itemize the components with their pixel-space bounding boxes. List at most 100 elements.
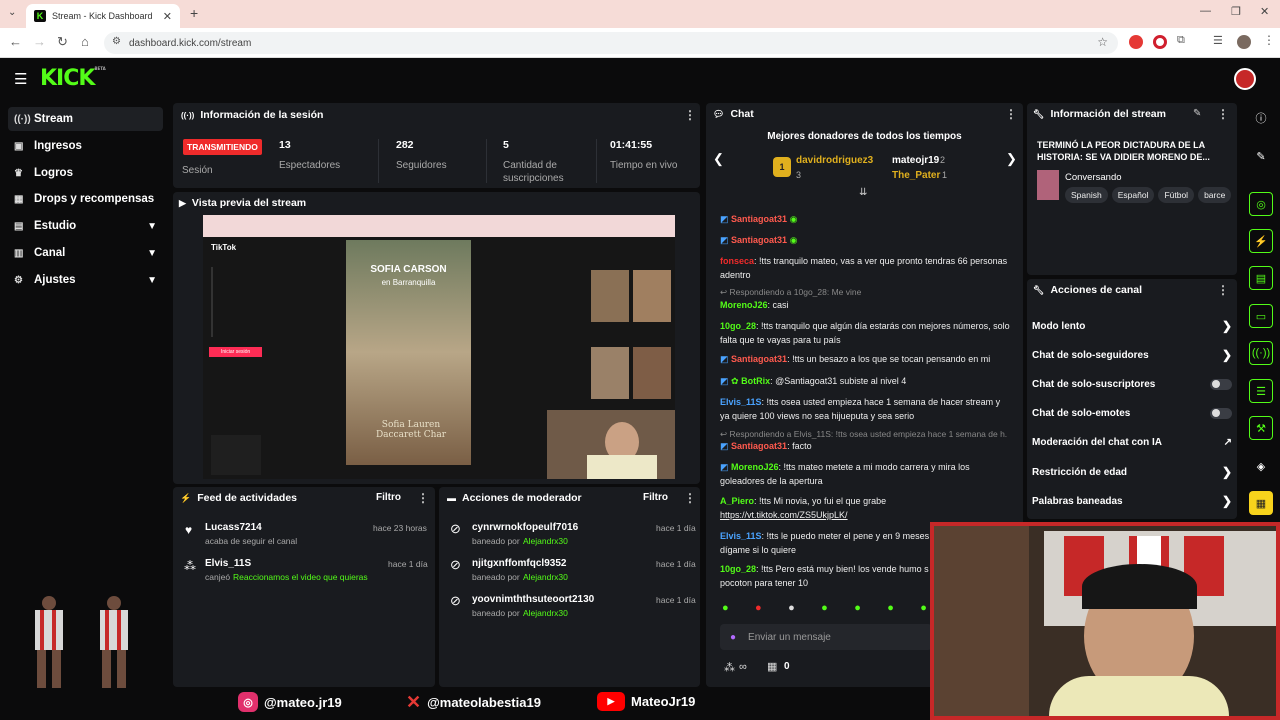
forward-icon[interactable]: →: [33, 34, 46, 49]
chat-bubble-icon[interactable]: ▭: [1249, 304, 1273, 328]
tab-close-icon[interactable]: ✕: [163, 10, 172, 23]
emote-icon[interactable]: ●: [887, 602, 894, 616]
subscribers-only-toggle[interactable]: [1210, 378, 1232, 390]
emote-icon[interactable]: ●: [920, 602, 927, 616]
extension-red-icon[interactable]: [1129, 35, 1143, 49]
tag-chip[interactable]: Spanish: [1065, 187, 1108, 203]
chat-message[interactable]: ◩ Santiagoat31 ◉: [720, 212, 1010, 226]
emote-icon[interactable]: ●: [755, 602, 762, 616]
banned-words-row[interactable]: Palabras baneadas ❯: [1032, 491, 1232, 511]
pin-icon[interactable]: ⇊: [859, 187, 867, 198]
ai-moderation-row[interactable]: Moderación del chat con IA ↗: [1032, 432, 1232, 452]
minimize-icon[interactable]: —: [1200, 5, 1211, 17]
sidebar-item-ingresos[interactable]: ▣ Ingresos: [8, 134, 163, 158]
bookmark-star-icon[interactable]: ☆: [1097, 35, 1108, 49]
chat-menu-icon[interactable]: ⋮: [1005, 107, 1017, 121]
activity-filter-button[interactable]: Filtro: [376, 492, 401, 503]
slow-mode-row[interactable]: Modo lento ❯: [1032, 316, 1232, 336]
emote-icon[interactable]: ●: [854, 602, 861, 616]
list-item[interactable]: ♥ Lucass7214 hace 23 horas acaba de segu…: [173, 520, 435, 550]
hamburger-menu-icon[interactable]: ☰: [14, 70, 27, 88]
browser-menu-icon[interactable]: ⋮: [1263, 33, 1277, 47]
list-item[interactable]: ⁂ Elvis_11S hace 1 día canjeó Reaccionam…: [173, 556, 435, 586]
chat-message[interactable]: MorenoJ26: casi: [720, 298, 1010, 312]
capture-icon[interactable]: ◎: [1249, 192, 1273, 216]
gift-box-icon[interactable]: ▦: [1249, 491, 1273, 515]
channel-actions-menu-icon[interactable]: ⋮: [1217, 283, 1229, 297]
profile-avatar-icon[interactable]: [1237, 35, 1251, 49]
chat-message[interactable]: ◩ MorenoJ26: !tts mateo metete a mi modo…: [720, 460, 1010, 488]
emotes-only-toggle[interactable]: [1210, 407, 1232, 419]
overlay-caption: Sofia Lauren Daccarett Char: [375, 420, 447, 440]
emote-icon[interactable]: ●: [821, 602, 828, 616]
maximize-icon[interactable]: ❐: [1231, 5, 1241, 18]
extension-opera-icon[interactable]: [1153, 35, 1167, 49]
donor-third[interactable]: The_Pater: [892, 170, 940, 181]
list-item[interactable]: ⊘ njitgxnffomfqcl9352 hace 1 día baneado…: [439, 556, 700, 586]
mod-menu-icon[interactable]: ⋮: [684, 491, 696, 505]
new-tab-icon[interactable]: +: [190, 5, 198, 21]
tag-chip[interactable]: Fútbol: [1158, 187, 1195, 203]
mic-icon[interactable]: ●: [730, 632, 736, 643]
channel-points-icon[interactable]: ⁂: [724, 661, 735, 674]
home-icon[interactable]: ⌂: [81, 34, 89, 49]
media-control-icon[interactable]: ☰: [1213, 34, 1227, 48]
stream-info-menu-icon[interactable]: ⋮: [1217, 107, 1229, 121]
wrench-icon[interactable]: ⚒: [1249, 416, 1273, 440]
kick-logo[interactable]: KICKBETA: [40, 66, 106, 91]
sidebar-item-estudio[interactable]: ▤ Estudio ▼: [8, 214, 163, 238]
donor-first[interactable]: davidrodriguez3: [796, 155, 873, 166]
mod-filter-button[interactable]: Filtro: [643, 492, 668, 503]
pointer-icon[interactable]: ◈: [1249, 454, 1273, 478]
browser-tab[interactable]: K Stream - Kick Dashboard ✕: [26, 4, 180, 28]
user-avatar[interactable]: [1234, 68, 1256, 90]
list-item[interactable]: ⊘ cynrwrnokfopeulf7016 hace 1 día banead…: [439, 520, 700, 550]
back-icon[interactable]: ←: [9, 34, 22, 49]
sidebar-item-ajustes[interactable]: ⚙ Ajustes ▼: [8, 268, 163, 292]
edit-pencil-icon[interactable]: ✎: [1249, 144, 1273, 168]
stream-preview-video[interactable]: TikTok Iniciar sesión SOFIA CARSON en Ba…: [203, 215, 675, 479]
list-icon[interactable]: ☰: [1249, 379, 1273, 403]
chat-link[interactable]: https://vt.tiktok.com/ZS5UkjpLK/: [720, 510, 848, 520]
chat-message[interactable]: Elvis_11S: !tts le puedo meter el pene y…: [720, 529, 930, 557]
edit-pencil-icon[interactable]: ✎: [1193, 108, 1201, 119]
chat-message[interactable]: ◩ ✿ BotRix: @Santiagoat31 subiste al niv…: [720, 374, 1010, 388]
age-restriction-row[interactable]: Restricción de edad ❯: [1032, 462, 1232, 482]
donors-next-icon[interactable]: ❯: [1006, 151, 1017, 167]
followers-only-row[interactable]: Chat de solo-seguidores ❯: [1032, 345, 1232, 365]
reload-icon[interactable]: ↻: [57, 34, 68, 50]
sidebar-item-stream[interactable]: ((·)) Stream: [8, 107, 163, 131]
tag-chip[interactable]: barce: [1198, 187, 1232, 203]
broadcast-icon[interactable]: ((·)): [1249, 341, 1273, 365]
sidebar-item-canal[interactable]: ▥ Canal ▼: [8, 241, 163, 265]
session-menu-icon[interactable]: ⋮: [684, 108, 696, 122]
sidebar-item-drops[interactable]: ▦ Drops y recompensas: [8, 187, 163, 211]
emote-icon[interactable]: ●: [722, 602, 729, 616]
donor-second[interactable]: mateojr19: [892, 155, 939, 166]
chat-message[interactable]: ◩ Santiagoat31: !tts un besazo a los que…: [720, 352, 1010, 366]
tab-list-icon[interactable]: ⌄: [8, 7, 16, 18]
window-close-icon[interactable]: ✕: [1260, 5, 1269, 18]
site-info-icon[interactable]: ⚙: [112, 36, 121, 47]
emote-icon[interactable]: ●: [788, 602, 795, 616]
list-item[interactable]: ⊘ yoovnimththsuteoort2130 hace 1 día ban…: [439, 592, 700, 622]
tag-chip[interactable]: Español: [1111, 187, 1155, 203]
donors-prev-icon[interactable]: ❮: [713, 151, 724, 167]
document-icon[interactable]: ▤: [1249, 266, 1273, 290]
chat-message[interactable]: ◩ Santiagoat31 ◉: [720, 233, 1010, 247]
lightning-icon[interactable]: ⚡: [1249, 229, 1273, 253]
chat-message[interactable]: 10go_28: !tts Pero está muy bien! los ve…: [720, 562, 930, 590]
chat-message[interactable]: A_Piero: !tts Mi novia, yo fui el que gr…: [720, 494, 1010, 522]
sidebar-item-logros[interactable]: ♛ Logros: [8, 161, 163, 185]
category-name[interactable]: Conversando: [1065, 172, 1122, 183]
extensions-puzzle-icon[interactable]: ⧉: [1177, 34, 1191, 48]
activity-menu-icon[interactable]: ⋮: [417, 491, 429, 505]
url-field[interactable]: ⚙ dashboard.kick.com/stream ☆: [104, 32, 1118, 54]
chat-message[interactable]: Elvis_11S: !tts osea usted empieza hace …: [720, 395, 1010, 423]
chat-input[interactable]: ● Enviar un mensaje: [720, 624, 932, 650]
gift-icon[interactable]: ▦: [767, 660, 777, 673]
chat-message[interactable]: 10go_28: !tts tranquilo que algún día es…: [720, 319, 1010, 347]
chat-message[interactable]: ◩ Santiagoat31: facto: [720, 439, 1010, 453]
chat-message[interactable]: fonseca: !tts tranquilo mateo, vas a ver…: [720, 254, 1010, 282]
info-icon[interactable]: ⓘ: [1249, 106, 1273, 130]
